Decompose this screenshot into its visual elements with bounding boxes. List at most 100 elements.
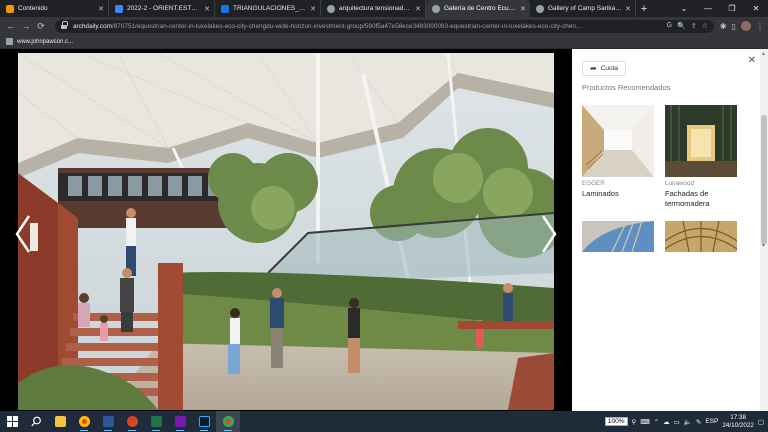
google-favicon-icon xyxy=(327,4,335,13)
tab-label: 2022-2 - ORIENT.ESTRUCT xyxy=(127,5,202,12)
close-gallery-icon[interactable]: ✕ xyxy=(748,55,756,66)
clock-time: 17:38 xyxy=(730,413,746,421)
next-image-arrow-icon[interactable] xyxy=(540,214,558,254)
taskbar-photoshop[interactable] xyxy=(192,411,216,432)
share-arrow-icon: ➦ xyxy=(590,64,597,73)
docs-favicon-icon xyxy=(115,4,123,13)
battery-icon[interactable]: ▭ xyxy=(674,418,680,426)
tab-camp-sarika[interactable]: Gallery of Camp Sarika / Ar ✕ xyxy=(530,0,636,17)
taskbar-powerpoint[interactable] xyxy=(120,411,144,432)
product-side-panel: ✕ ➦ Cuota Productos Recomendados EGGER L… xyxy=(572,49,760,411)
url-text[interactable]: archdaily.com/870751/equestrian-center-i… xyxy=(73,23,667,30)
tab-label: TRIANGULACIONES_GRUP xyxy=(233,5,307,12)
tab-close-icon[interactable]: ✕ xyxy=(625,5,631,13)
back-button[interactable]: ← xyxy=(4,19,18,33)
windows-taskbar: 100% ⚲ ⌨ ⌃ ☁ ▭ 🔈 ✎ ESP 17:38 24/10/2022 … xyxy=(0,411,768,432)
tab-arquitectura-tensionada[interactable]: arquitectura tensionada ar ✕ xyxy=(321,0,426,17)
tab-orient-estruct[interactable]: 2022-2 - ORIENT.ESTRUCT ✕ xyxy=(109,0,215,17)
taskbar-file-explorer[interactable] xyxy=(48,411,72,432)
product-card[interactable]: EGGER Laminados xyxy=(582,105,654,199)
product-image[interactable] xyxy=(665,105,737,177)
previous-image-arrow-icon[interactable] xyxy=(14,214,32,254)
pin-icon[interactable]: ⚲ xyxy=(632,418,637,426)
product-card[interactable] xyxy=(582,221,654,252)
panel-scrollbar[interactable]: ▲ ▼ xyxy=(760,49,768,411)
moodle-favicon-icon xyxy=(6,4,14,13)
taskbar-word[interactable] xyxy=(96,411,120,432)
google-lens-icon[interactable]: G xyxy=(667,22,672,30)
archdaily-favicon-icon xyxy=(432,4,440,13)
new-tab-button[interactable]: + xyxy=(636,0,652,17)
notifications-icon[interactable]: ▢ xyxy=(758,418,764,426)
browser-toolbar: ← → ⟳ archdaily.com/870751/equestrian-ce… xyxy=(0,17,768,35)
start-button[interactable] xyxy=(0,411,24,432)
forward-button[interactable]: → xyxy=(19,19,33,33)
keyboard-icon[interactable]: ⌨ xyxy=(640,418,649,426)
show-hidden-icons-icon[interactable]: ⌃ xyxy=(654,418,659,426)
minimize-button[interactable]: — xyxy=(696,0,720,17)
tab-close-icon[interactable]: ✕ xyxy=(310,5,316,13)
tab-triangulaciones[interactable]: TRIANGULACIONES_GRUP ✕ xyxy=(215,0,321,17)
product-card[interactable] xyxy=(665,221,737,252)
scroll-down-icon[interactable]: ▼ xyxy=(761,243,766,249)
maximize-button[interactable]: ❐ xyxy=(720,0,744,17)
photoshop-icon xyxy=(198,416,210,427)
bookmark-star-icon[interactable]: ☆ xyxy=(702,22,708,30)
zoom-level[interactable]: 100% xyxy=(604,417,628,426)
language-indicator[interactable]: ESP xyxy=(705,418,718,425)
volume-icon[interactable]: 🔈 xyxy=(684,418,692,426)
product-name[interactable]: Laminados xyxy=(582,189,654,199)
tab-galeria-centro-ecuestre[interactable]: Galería de Centro Ecuestre ✕ xyxy=(426,0,530,17)
bookmarks-bar: www.johnpawson.c... xyxy=(0,35,768,49)
close-window-button[interactable]: ✕ xyxy=(744,0,768,17)
tab-close-icon[interactable]: ✕ xyxy=(520,5,526,13)
product-card[interactable]: Lunawood Fachadas de termomadera xyxy=(665,105,737,209)
tab-close-icon[interactable]: ✕ xyxy=(415,5,421,13)
menu-kebab-icon[interactable]: ⋮ xyxy=(756,22,764,31)
window-controls: ⌄ — ❐ ✕ xyxy=(672,0,768,17)
address-bar[interactable]: archdaily.com/870751/equestrian-center-i… xyxy=(55,19,714,33)
taskbar-clock[interactable]: 17:38 24/10/2022 xyxy=(722,414,754,430)
powerpoint-icon xyxy=(126,416,138,427)
url-path: /870751/equestrian-center-in-luxelakes-e… xyxy=(111,22,582,30)
word-icon xyxy=(102,416,114,427)
share-button[interactable]: ➦ Cuota xyxy=(582,61,627,76)
taskbar-excel[interactable] xyxy=(144,411,168,432)
product-image[interactable] xyxy=(582,221,654,252)
cloud-icon[interactable]: ☁ xyxy=(663,418,670,426)
taskbar-onenote[interactable] xyxy=(168,411,192,432)
tab-close-icon[interactable]: ✕ xyxy=(98,5,104,13)
gallery-photo xyxy=(18,53,554,410)
onenote-icon xyxy=(174,416,186,427)
profile-avatar[interactable] xyxy=(741,21,751,31)
scrollbar-thumb[interactable] xyxy=(761,115,767,245)
chrome-icon xyxy=(222,416,234,427)
reload-button[interactable]: ⟳ xyxy=(34,19,48,33)
recommended-products-title: Productos Recomendados xyxy=(582,83,671,92)
chrome-icon xyxy=(78,416,90,427)
product-image[interactable] xyxy=(582,105,654,177)
taskbar-search-button[interactable] xyxy=(24,411,48,432)
taskbar-chrome[interactable] xyxy=(72,411,96,432)
taskbar-chrome-active[interactable] xyxy=(216,411,240,432)
product-brand: EGGER xyxy=(582,180,605,187)
tab-label: Galería de Centro Ecuestre xyxy=(444,5,518,12)
side-panel-icon[interactable]: ▯ xyxy=(732,22,736,31)
product-brand: Lunawood xyxy=(665,180,695,187)
tab-contenido[interactable]: Contenido ✕ xyxy=(0,0,109,17)
excel-icon xyxy=(150,416,162,427)
network-icon[interactable]: ✎ xyxy=(696,418,701,426)
bookmark-johnpawson[interactable]: www.johnpawson.c... xyxy=(17,39,73,45)
slides-favicon-icon xyxy=(221,4,229,13)
scroll-up-icon[interactable]: ▲ xyxy=(761,51,766,57)
share-page-icon[interactable]: ⇪ xyxy=(691,22,697,30)
product-name[interactable]: Fachadas de termomadera xyxy=(665,189,737,209)
lock-icon[interactable] xyxy=(61,21,68,29)
url-domain: archdaily.com xyxy=(73,22,112,30)
zoom-icon[interactable]: 🔍 xyxy=(677,22,686,30)
tab-close-icon[interactable]: ✕ xyxy=(204,5,210,13)
extensions-icon[interactable]: ✱ xyxy=(720,22,727,31)
tab-search-button[interactable]: ⌄ xyxy=(672,0,696,17)
product-image[interactable] xyxy=(665,221,737,252)
archdaily-favicon-icon xyxy=(536,4,544,13)
